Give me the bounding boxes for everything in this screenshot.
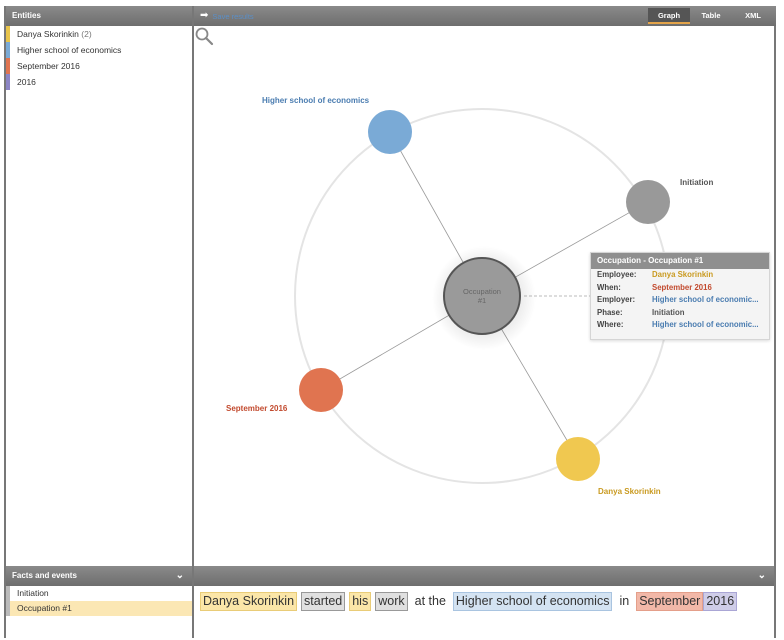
annotated-sentence: Danya Skorinkin started his work at the … [194,586,774,617]
entity-item-september-2016[interactable]: September 2016 [6,58,192,74]
tooltip-row-employee: Employee: Danya Skorinkin [597,270,714,279]
tab-table[interactable]: Table [690,8,732,24]
view-tabs: Graph Table XML [648,8,774,24]
node-label-initiation[interactable]: Initiation [680,178,713,187]
tooltip-row-where: Where: Higher school of economic... [597,320,759,329]
token-danya-skorinkin[interactable]: Danya Skorinkin [200,592,298,611]
token-2016[interactable]: 2016 [703,592,738,611]
node-september [299,368,343,412]
token-his[interactable]: his [349,592,372,611]
token-work[interactable]: work [375,592,408,611]
main-toolbar: ➡ Save results Graph Table XML [194,6,776,26]
node-initiation [626,180,670,224]
token-at-the: at the [414,594,446,608]
fact-item-initiation[interactable]: Initiation [6,586,192,601]
search-icon[interactable] [194,26,214,46]
token-started[interactable]: started [301,592,346,611]
text-panel: ⌄ Danya Skorinkin started his work at th… [194,566,776,638]
tooltip-title: Occupation - Occupation #1 [591,253,769,269]
center-node-label: Occupation [463,287,501,296]
node-label-september[interactable]: September 2016 [226,404,287,413]
entities-panel: Entities Danya Skorinkin (2) Higher scho… [4,6,194,566]
node-danya [556,437,600,481]
entity-item-danya[interactable]: Danya Skorinkin (2) [6,26,192,42]
entity-item-2016[interactable]: 2016 [6,74,192,90]
tooltip-row-employer: Employer: Higher school of economic... [597,295,759,304]
chevron-down-icon[interactable]: ⌄ [758,566,766,586]
tooltip-row-when: When: September 2016 [597,282,712,292]
entity-item-hse[interactable]: Higher school of economics [6,42,192,58]
arrow-right-icon: ➡ [200,10,209,21]
tooltip-row-phase: Phase: Initiation [597,307,685,317]
entities-header: Entities [6,6,192,26]
node-label-hse[interactable]: Higher school of economics [262,96,369,105]
facts-panel: Facts and events ⌄ Initiation Occupation … [4,566,194,638]
chevron-down-icon[interactable]: ⌄ [176,566,184,586]
occupation-tooltip: Occupation - Occupation #1 Employee: Dany… [590,252,770,340]
token-september[interactable]: September [636,592,704,611]
node-hse [368,110,412,154]
center-node-label-2: #1 [478,296,486,305]
node-label-danya[interactable]: Danya Skorinkin [598,487,661,496]
graph-canvas[interactable]: Occupation #1 Higher school of economics… [194,26,776,566]
tab-graph[interactable]: Graph [648,8,690,24]
text-panel-header: ⌄ [194,566,774,586]
token-in: in [619,594,630,608]
facts-header[interactable]: Facts and events ⌄ [6,566,192,586]
entity-list: Danya Skorinkin (2) Higher school of eco… [6,26,192,90]
fact-item-occupation[interactable]: Occupation #1 [6,601,192,616]
tab-xml[interactable]: XML [732,8,774,24]
token-higher-school[interactable]: Higher school of economics [452,592,613,611]
save-results-button[interactable]: ➡ Save results [200,9,254,23]
